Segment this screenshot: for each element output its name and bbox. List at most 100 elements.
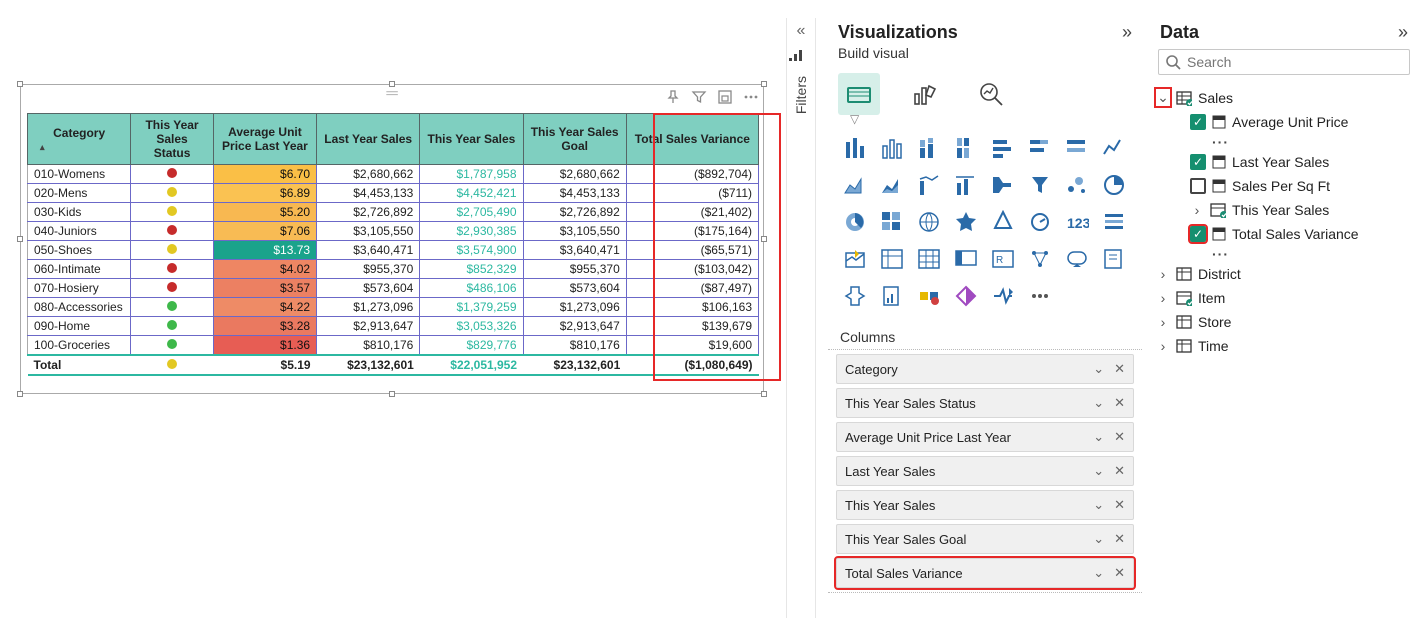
viz-type-button[interactable] — [1060, 242, 1094, 276]
table-time[interactable]: › Time — [1154, 334, 1414, 358]
viz-type-button[interactable] — [1060, 168, 1094, 202]
column-header[interactable]: This Year Sales — [420, 114, 523, 165]
viz-type-button[interactable] — [1097, 168, 1131, 202]
viz-type-button[interactable] — [1097, 205, 1131, 239]
viz-type-button[interactable] — [1097, 131, 1131, 165]
viz-type-button[interactable] — [838, 168, 872, 202]
chevron-right-icon[interactable]: › — [1156, 338, 1170, 354]
viz-type-button[interactable]: R — [986, 242, 1020, 276]
viz-type-button[interactable] — [1023, 168, 1057, 202]
viz-type-button[interactable] — [875, 242, 909, 276]
column-header[interactable]: This Year Sales Goal — [523, 114, 626, 165]
remove-icon[interactable]: ✕ — [1114, 463, 1125, 479]
table-store[interactable]: › Store — [1154, 310, 1414, 334]
table-row[interactable]: 020-Mens$6.89$4,453,133$4,452,421$4,453,… — [28, 184, 759, 203]
data-table[interactable]: CategoryThis Year Sales StatusAverage Un… — [27, 113, 759, 376]
chevron-right-icon[interactable]: › — [1156, 266, 1170, 282]
viz-type-button[interactable] — [875, 279, 909, 313]
chevron-down-icon[interactable]: ⌄ — [1093, 463, 1104, 479]
viz-type-button[interactable] — [912, 205, 946, 239]
viz-type-button[interactable] — [912, 168, 946, 202]
remove-icon[interactable]: ✕ — [1114, 395, 1125, 411]
table-row[interactable]: 030-Kids$5.20$2,726,892$2,705,490$2,726,… — [28, 203, 759, 222]
search-input[interactable] — [1187, 54, 1403, 70]
chevron-right-icon[interactable]: › — [1156, 314, 1170, 330]
column-field[interactable]: This Year Sales⌄✕ — [836, 490, 1134, 520]
table-row[interactable]: 080-Accessories$4.22$1,273,096$1,379,259… — [28, 298, 759, 317]
viz-type-button[interactable] — [838, 279, 872, 313]
chevron-down-icon[interactable]: ⌄ — [1093, 565, 1104, 581]
viz-type-button[interactable] — [986, 131, 1020, 165]
table-row[interactable]: 050-Shoes$13.73$3,640,471$3,574,900$3,64… — [28, 241, 759, 260]
column-field[interactable]: Category⌄✕ — [836, 354, 1134, 384]
more-fields[interactable]: ··· — [1154, 134, 1414, 150]
tab-format[interactable] — [904, 73, 946, 115]
chevron-right-icon[interactable]: › — [1190, 202, 1204, 218]
viz-type-button[interactable] — [949, 242, 983, 276]
viz-type-button[interactable] — [1023, 242, 1057, 276]
remove-icon[interactable]: ✕ — [1114, 565, 1125, 581]
table-visual-container[interactable]: ═ CategoryThis Year Sales StatusAverage … — [20, 84, 764, 394]
viz-type-button[interactable] — [949, 279, 983, 313]
table-row[interactable]: 060-Intimate$4.02$955,370$852,329$955,37… — [28, 260, 759, 279]
pin-icon[interactable] — [665, 89, 681, 105]
column-header[interactable]: Total Sales Variance — [626, 114, 758, 165]
table-district[interactable]: › District — [1154, 262, 1414, 286]
remove-icon[interactable]: ✕ — [1114, 497, 1125, 513]
chevron-down-icon[interactable]: ⌄ — [1156, 89, 1170, 106]
table-row[interactable]: 070-Hosiery$3.57$573,604$486,106$573,604… — [28, 279, 759, 298]
viz-type-button[interactable] — [1023, 279, 1057, 313]
viz-type-button[interactable] — [912, 279, 946, 313]
chevron-down-icon[interactable]: ⌄ — [1093, 497, 1104, 513]
filter-icon[interactable] — [691, 89, 707, 105]
drag-handle-icon[interactable]: ═ — [386, 91, 397, 97]
viz-type-button[interactable] — [838, 242, 872, 276]
chevron-down-icon[interactable]: ⌄ — [1093, 361, 1104, 377]
remove-icon[interactable]: ✕ — [1114, 361, 1125, 377]
field-last-year-sales[interactable]: ✓ Last Year Sales — [1154, 150, 1414, 174]
resize-handle[interactable] — [761, 391, 767, 397]
resize-handle[interactable] — [17, 391, 23, 397]
viz-type-button[interactable] — [838, 205, 872, 239]
table-row[interactable]: 010-Womens$6.70$2,680,662$1,787,958$2,68… — [28, 165, 759, 184]
more-fields[interactable]: ··· — [1154, 246, 1414, 262]
field-this-year-sales[interactable]: › This Year Sales — [1154, 198, 1414, 222]
chevron-down-icon[interactable]: ⌄ — [1093, 531, 1104, 547]
tab-analytics[interactable] — [970, 73, 1012, 115]
viz-type-button[interactable] — [949, 168, 983, 202]
column-field[interactable]: This Year Sales Status⌄✕ — [836, 388, 1134, 418]
resize-handle[interactable] — [389, 391, 395, 397]
column-field[interactable]: Total Sales Variance⌄✕ — [836, 558, 1134, 588]
viz-type-button[interactable]: 123 — [1060, 205, 1094, 239]
column-field[interactable]: Average Unit Price Last Year⌄✕ — [836, 422, 1134, 452]
column-field[interactable]: This Year Sales Goal⌄✕ — [836, 524, 1134, 554]
viz-type-button[interactable] — [912, 242, 946, 276]
focus-icon[interactable] — [717, 89, 733, 105]
remove-icon[interactable]: ✕ — [1114, 429, 1125, 445]
expand-icon[interactable]: » — [1122, 22, 1132, 43]
field-total-sales-variance[interactable]: ✓ Total Sales Variance — [1154, 222, 1414, 246]
viz-type-button[interactable] — [838, 131, 872, 165]
checkbox-checked[interactable]: ✓ — [1190, 226, 1206, 242]
collapse-icon[interactable]: « — [787, 22, 815, 40]
resize-handle[interactable] — [17, 81, 23, 87]
search-box[interactable] — [1158, 49, 1410, 75]
resize-handle[interactable] — [761, 236, 767, 242]
table-row[interactable]: 100-Groceries$1.36$810,176$829,776$810,1… — [28, 336, 759, 356]
more-icon[interactable] — [743, 89, 759, 105]
chevron-down-icon[interactable]: ⌄ — [1093, 395, 1104, 411]
checkbox-checked[interactable]: ✓ — [1190, 154, 1206, 170]
table-item[interactable]: › Item — [1154, 286, 1414, 310]
chevron-down-icon[interactable]: ⌄ — [1093, 429, 1104, 445]
checkbox-checked[interactable]: ✓ — [1190, 114, 1206, 130]
table-row[interactable]: 090-Home$3.28$2,913,647$3,053,326$2,913,… — [28, 317, 759, 336]
viz-type-button[interactable] — [986, 168, 1020, 202]
resize-handle[interactable] — [17, 236, 23, 242]
table-sales[interactable]: ⌄ Sales — [1154, 85, 1414, 110]
viz-type-button[interactable] — [1060, 131, 1094, 165]
viz-type-button[interactable] — [1023, 131, 1057, 165]
field-sales-per-sqft[interactable]: Sales Per Sq Ft — [1154, 174, 1414, 198]
resize-handle[interactable] — [389, 81, 395, 87]
viz-type-button[interactable] — [875, 205, 909, 239]
viz-type-button[interactable] — [949, 205, 983, 239]
